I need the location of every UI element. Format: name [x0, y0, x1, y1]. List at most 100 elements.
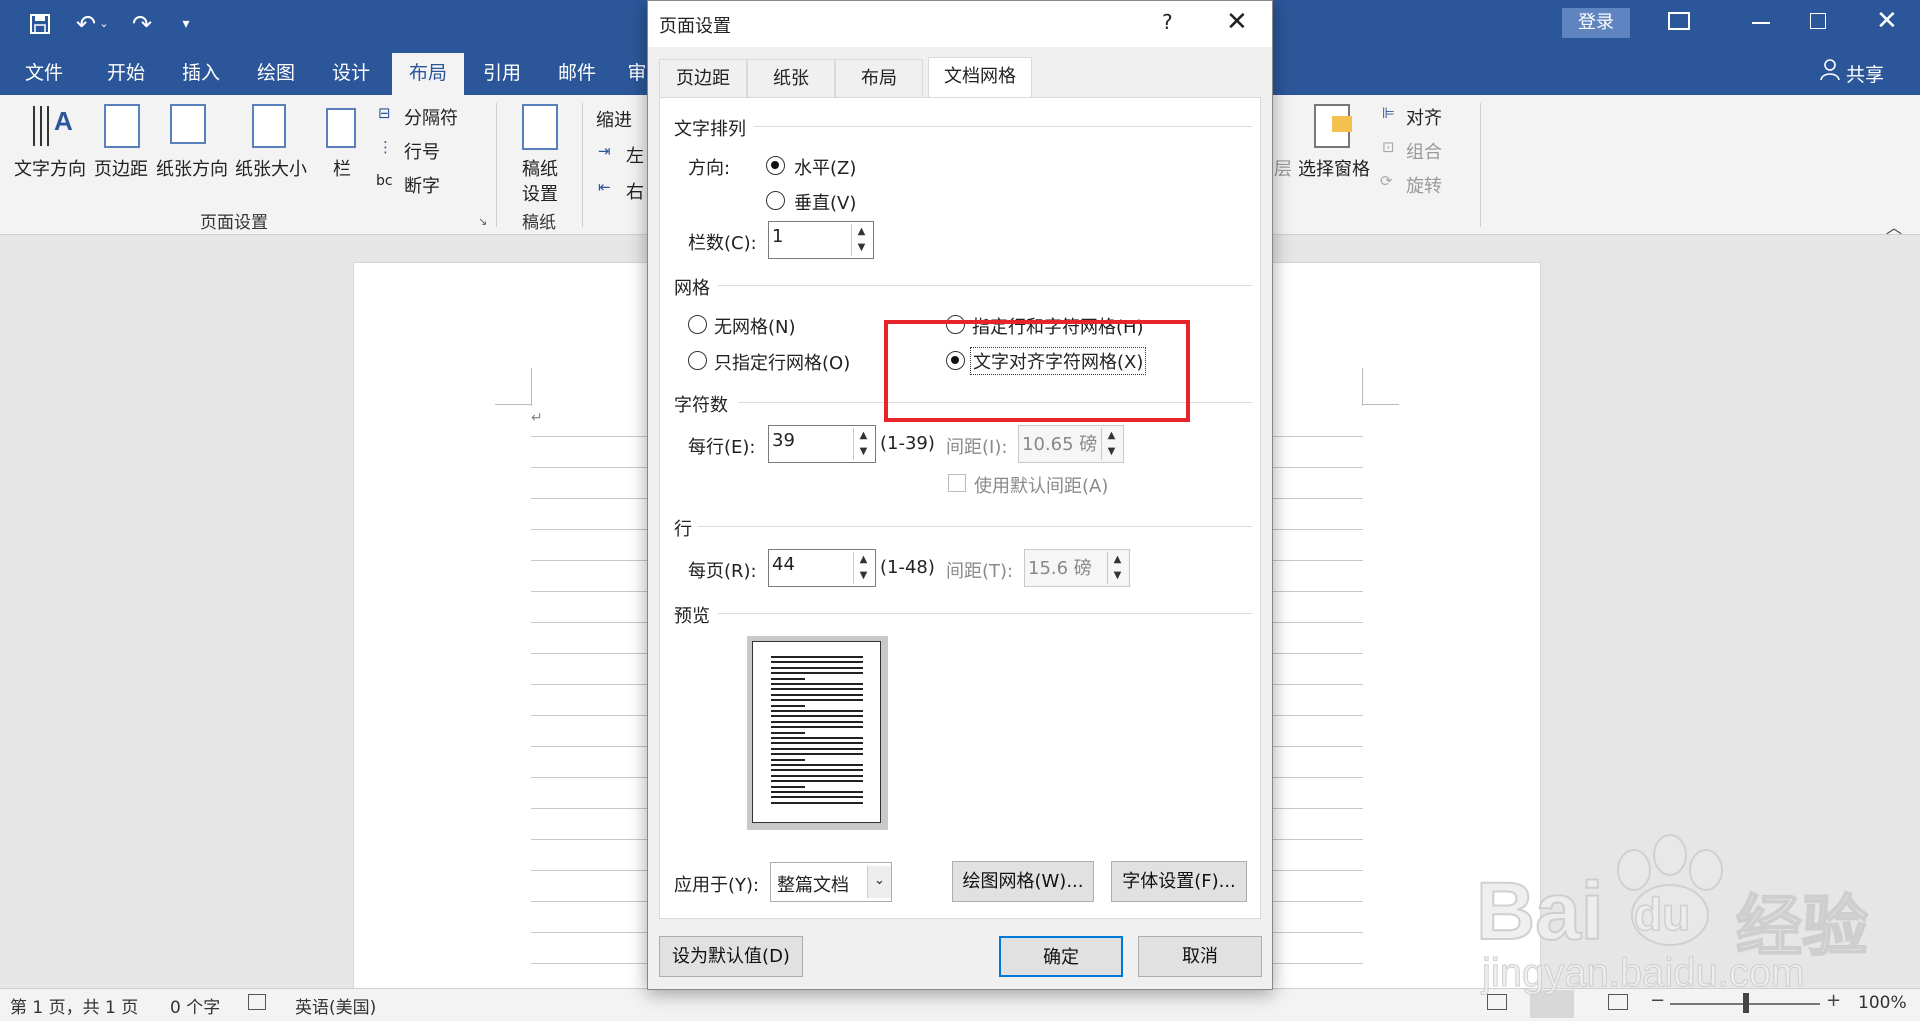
customize-qat-icon[interactable]: ▾: [168, 8, 204, 40]
rotate-button[interactable]: 旋转: [1406, 172, 1442, 198]
spinner-buttons[interactable]: ▲ ▼: [1107, 552, 1127, 584]
cancel-button[interactable]: 取消: [1138, 936, 1262, 977]
spin-down-icon[interactable]: ▼: [854, 444, 873, 460]
apply-to-select[interactable]: 整篇文档 ⌄: [770, 862, 892, 902]
spin-up-icon[interactable]: ▲: [854, 552, 873, 568]
line-numbers-icon[interactable]: ⋮: [378, 138, 393, 156]
vertical-label[interactable]: 垂直(V): [794, 189, 856, 215]
align-button[interactable]: 对齐: [1406, 104, 1442, 130]
spin-down-icon[interactable]: ▼: [852, 240, 871, 256]
minimize-icon[interactable]: [1752, 22, 1770, 24]
apply-to-value[interactable]: 整篇文档: [777, 871, 849, 897]
text-direction-button[interactable]: 文字方向: [14, 155, 86, 181]
tab-layout[interactable]: 布局: [392, 53, 464, 95]
indent-left-label[interactable]: 左: [626, 142, 644, 168]
columns-value[interactable]: 1: [772, 226, 783, 247]
language-status[interactable]: 英语(美国): [295, 993, 376, 1018]
share-button[interactable]: 共享: [1846, 60, 1884, 87]
breaks-button[interactable]: 分隔符: [404, 104, 458, 130]
line-grid-only-label[interactable]: 只指定行网格(O): [714, 349, 850, 375]
page-count[interactable]: 第 1 页，共 1 页: [10, 993, 138, 1018]
spinner-buttons[interactable]: ▲ ▼: [853, 552, 873, 584]
columns-button[interactable]: 栏: [333, 155, 351, 181]
group-button[interactable]: 组合: [1406, 138, 1442, 164]
dialog-close-icon[interactable]: ✕: [1226, 7, 1248, 37]
login-button[interactable]: 登录: [1562, 8, 1630, 38]
set-as-default-button[interactable]: 设为默认值(D): [659, 936, 803, 977]
hyphenation-icon[interactable]: bc: [376, 173, 393, 189]
page-size-icon[interactable]: [252, 104, 286, 148]
tab-layout[interactable]: 布局: [835, 59, 923, 97]
margins-icon[interactable]: [104, 104, 140, 148]
draft-paper-icon[interactable]: [522, 104, 558, 150]
chevron-down-icon[interactable]: ⌄: [867, 866, 891, 898]
redo-icon[interactable]: ↷: [124, 8, 160, 40]
tab-references[interactable]: 引用: [472, 53, 532, 95]
spin-down-icon[interactable]: ▼: [1108, 568, 1127, 584]
horizontal-label[interactable]: 水平(Z): [794, 154, 856, 180]
spin-up-icon[interactable]: ▲: [1102, 428, 1121, 444]
tab-insert[interactable]: 插入: [171, 53, 231, 95]
hyphenation-button[interactable]: 断字: [404, 172, 440, 198]
lines-per-page-value[interactable]: 44: [772, 554, 795, 575]
proofing-icon[interactable]: [248, 994, 266, 1010]
tab-margins[interactable]: 页边距: [659, 59, 747, 97]
tab-design[interactable]: 设计: [321, 53, 381, 95]
align-icon[interactable]: ⊫: [1382, 104, 1395, 122]
spinner-buttons[interactable]: ▲ ▼: [853, 428, 873, 460]
margins-button[interactable]: 页边距: [94, 155, 148, 181]
tab-document-grid[interactable]: 文档网格: [928, 57, 1032, 99]
ok-button[interactable]: 确定: [999, 936, 1123, 977]
tab-mailings[interactable]: 邮件: [547, 53, 607, 95]
char-pitch-value[interactable]: 10.65 磅: [1022, 430, 1097, 456]
indent-right-icon[interactable]: ⇤: [598, 178, 611, 196]
line-pitch-spinner[interactable]: 15.6 磅 ▲ ▼: [1024, 549, 1130, 587]
indent-left-icon[interactable]: ⇥: [598, 142, 611, 160]
line-pitch-value[interactable]: 15.6 磅: [1028, 554, 1092, 580]
tab-draw[interactable]: 绘图: [246, 53, 306, 95]
spin-down-icon[interactable]: ▼: [1102, 444, 1121, 460]
restore-icon[interactable]: [1810, 13, 1826, 29]
line-grid-only-radio[interactable]: [688, 351, 707, 370]
undo-dropdown-icon[interactable]: ⌄: [96, 8, 112, 40]
orientation-button[interactable]: 纸张方向: [156, 155, 228, 181]
lines-per-page-spinner[interactable]: 44 ▲ ▼: [768, 549, 876, 587]
draft-setup-button-line1[interactable]: 稿纸: [522, 155, 558, 181]
vertical-radio[interactable]: [766, 191, 785, 210]
group-icon[interactable]: ⊡: [1382, 138, 1395, 156]
line-numbers-button[interactable]: 行号: [404, 138, 440, 164]
page-setup-launcher-icon[interactable]: ↘: [478, 215, 487, 228]
drawing-grid-button[interactable]: 绘图网格(W)...: [952, 861, 1094, 902]
rotate-icon[interactable]: ⟳: [1380, 172, 1393, 190]
selection-pane-button[interactable]: 选择窗格: [1298, 155, 1370, 181]
orientation-icon[interactable]: [170, 104, 206, 144]
tab-file[interactable]: 文件: [14, 53, 74, 95]
text-direction-icon[interactable]: A: [30, 102, 76, 150]
no-grid-label[interactable]: 无网格(N): [714, 313, 796, 339]
indent-right-label[interactable]: 右: [626, 178, 644, 204]
tab-home[interactable]: 开始: [96, 53, 156, 95]
send-backward-button[interactable]: 层: [1274, 155, 1292, 181]
ribbon-display-icon[interactable]: [1668, 12, 1690, 30]
page-size-button[interactable]: 纸张大小: [235, 155, 307, 181]
char-pitch-spinner[interactable]: 10.65 磅 ▲ ▼: [1018, 425, 1124, 463]
share-user-icon[interactable]: [1820, 58, 1840, 82]
close-window-icon[interactable]: ✕: [1876, 6, 1898, 36]
spinner-buttons[interactable]: ▲ ▼: [851, 224, 871, 256]
spin-up-icon[interactable]: ▲: [1108, 552, 1127, 568]
save-icon[interactable]: [22, 8, 58, 40]
columns-spinner[interactable]: 1 ▲ ▼: [768, 221, 874, 259]
tab-paper[interactable]: 纸张: [747, 59, 835, 97]
spin-up-icon[interactable]: ▲: [852, 224, 871, 240]
spin-up-icon[interactable]: ▲: [854, 428, 873, 444]
horizontal-radio[interactable]: [766, 156, 785, 175]
draft-setup-button-line2[interactable]: 设置: [522, 180, 558, 206]
use-default-pitch-label[interactable]: 使用默认间距(A): [974, 472, 1108, 498]
spinner-buttons[interactable]: ▲ ▼: [1101, 428, 1121, 460]
chars-per-line-spinner[interactable]: 39 ▲ ▼: [768, 425, 876, 463]
chars-per-line-value[interactable]: 39: [772, 430, 795, 451]
dialog-help-button[interactable]: ?: [1162, 10, 1173, 34]
breaks-icon[interactable]: ⊟: [378, 104, 391, 122]
font-settings-button[interactable]: 字体设置(F)...: [1111, 861, 1247, 902]
collapse-ribbon-icon[interactable]: ︿: [1886, 214, 1902, 238]
